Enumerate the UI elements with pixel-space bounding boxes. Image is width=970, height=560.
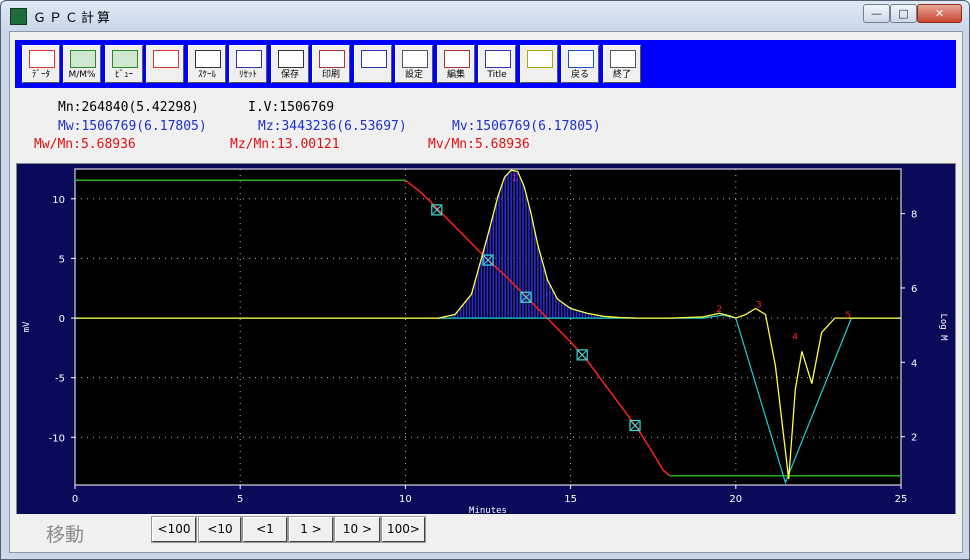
toolbar-button-7[interactable]: 印刷 bbox=[312, 45, 350, 83]
toolbar-button-label: 編集 bbox=[446, 70, 465, 80]
view-icon bbox=[112, 50, 138, 68]
x-axis-label: Minutes bbox=[469, 506, 507, 514]
peak-label: 5 bbox=[845, 311, 851, 321]
minimize-button[interactable]: — bbox=[863, 4, 890, 23]
toolbar-button-10[interactable]: 編集 bbox=[437, 45, 475, 83]
maximize-button[interactable]: □ bbox=[890, 4, 917, 23]
preview-icon bbox=[361, 50, 387, 68]
mz-value: Mz:3443236(6.53697) bbox=[258, 119, 407, 134]
chart-svg: 0 5 10 15 20 25 10 5 0 -5 -10 8 6 4 2 Minutes mV Log M 1 2 3… bbox=[22, 168, 948, 514]
x-tick-label: 25 bbox=[895, 494, 908, 505]
peak-label: 3 bbox=[756, 300, 762, 310]
mv-mn-ratio: Mv/Mn:5.68936 bbox=[428, 137, 530, 152]
title-bar[interactable]: ＧＰＣ計算 — □ ✕ bbox=[1, 1, 969, 31]
toolbar-button-14[interactable]: 終了 bbox=[603, 45, 641, 83]
mv-value: Mv:1506769(6.17805) bbox=[452, 119, 601, 134]
toolbar-button-11[interactable]: Title bbox=[478, 45, 516, 83]
nav-button-3[interactable]: 1 > bbox=[288, 516, 334, 543]
toolbar-button-label: ﾘｾｯﾄ bbox=[238, 70, 257, 80]
app-icon bbox=[10, 8, 27, 25]
toolbar-button-label: 設定 bbox=[404, 70, 423, 80]
move-label: 移動 bbox=[46, 524, 85, 546]
nav-button-2[interactable]: <1 bbox=[242, 516, 288, 543]
save-disk-icon bbox=[278, 50, 304, 68]
y-tick-label: 10 bbox=[52, 195, 65, 206]
mz-mn-ratio: Mz/Mn:13.00121 bbox=[230, 137, 340, 152]
toolbar-button-label: Title bbox=[487, 70, 507, 80]
y2-tick-label: 6 bbox=[911, 284, 917, 295]
toolbar-button-label: ﾋﾞｭｰ bbox=[114, 70, 133, 80]
nav-button-5[interactable]: 100> bbox=[381, 516, 426, 543]
toolbar-button-1[interactable]: M/M% bbox=[63, 45, 101, 83]
iv-value: I.V:1506769 bbox=[248, 100, 335, 115]
nav-button-1[interactable]: <10 bbox=[198, 516, 242, 543]
navigation-bar: 移動 <100 <10 <1 1 >10 >100> bbox=[10, 514, 962, 552]
back-arrow-icon bbox=[568, 50, 594, 68]
y-axis-label: mV bbox=[22, 321, 32, 332]
toolbar-button-label: 終了 bbox=[612, 70, 631, 80]
x-tick-label: 15 bbox=[564, 494, 577, 505]
toolbar-button-4[interactable]: ｽｹｰﾙ bbox=[188, 45, 226, 83]
y-tick-label: 5 bbox=[59, 254, 65, 265]
close-button[interactable]: ✕ bbox=[917, 4, 962, 23]
reset-icon bbox=[236, 50, 262, 68]
toolbar-button-3[interactable] bbox=[146, 45, 184, 83]
toolbar-button-label: 戻る bbox=[570, 70, 589, 80]
toolbar-button-6[interactable]: 保存 bbox=[271, 45, 309, 83]
exit-door-icon bbox=[610, 50, 636, 68]
y2-tick-label: 8 bbox=[911, 210, 917, 221]
mw-mn-ratio: Mw/Mn:5.68936 bbox=[34, 137, 136, 152]
y2-axis-label: Log M bbox=[938, 313, 948, 341]
client-area: ﾃﾞｰﾀ M/M% ﾋﾞｭｰ ｽｹｰﾙ ﾘｾｯﾄ 保存 印刷 設定 編集 Title 戻る 終了 Mn… bbox=[9, 31, 963, 553]
mn-value: Mn:264840(5.42298) bbox=[58, 100, 199, 115]
peak-label: 1 bbox=[512, 174, 518, 184]
peak-icon bbox=[527, 50, 553, 68]
gpc-window: ＧＰＣ計算 — □ ✕ ﾃﾞｰﾀ M/M% ﾋﾞｭｰ ｽｹｰﾙ ﾘｾｯﾄ 保存 印刷 設定 編集… bbox=[0, 0, 970, 560]
y2-tick-label: 4 bbox=[911, 358, 917, 369]
toolbar-button-5[interactable]: ﾘｾｯﾄ bbox=[229, 45, 267, 83]
toolbar-button-0[interactable]: ﾃﾞｰﾀ bbox=[22, 45, 60, 83]
toolbar-button-12[interactable] bbox=[520, 45, 558, 83]
toolbar-button-label: M/M% bbox=[68, 70, 96, 80]
mw-value: Mw:1506769(6.17805) bbox=[58, 119, 207, 134]
edit-icon bbox=[444, 50, 470, 68]
chromatogram-icon bbox=[70, 50, 96, 68]
peak-label: 2 bbox=[716, 305, 722, 315]
y2-tick-label: 2 bbox=[911, 433, 917, 444]
y-tick-label: -5 bbox=[55, 374, 65, 385]
x-tick-label: 5 bbox=[237, 494, 243, 505]
nav-button-4[interactable]: 10 > bbox=[334, 516, 381, 543]
calc-cross-icon bbox=[153, 50, 179, 68]
window-title: ＧＰＣ計算 bbox=[33, 11, 114, 26]
toolbar-button-label: 印刷 bbox=[321, 70, 340, 80]
y-tick-label: 0 bbox=[59, 314, 65, 325]
x-tick-label: 0 bbox=[72, 494, 78, 505]
x-tick-label: 10 bbox=[399, 494, 412, 505]
y-tick-label: -10 bbox=[49, 433, 65, 444]
toolbar-button-label: 保存 bbox=[280, 70, 299, 80]
printer-settings-icon bbox=[402, 50, 428, 68]
scale-icon bbox=[195, 50, 221, 68]
toolbar-button-2[interactable]: ﾋﾞｭｰ bbox=[105, 45, 143, 83]
toolbar-button-label: ﾃﾞｰﾀ bbox=[31, 70, 50, 80]
peak-label: 4 bbox=[792, 333, 798, 343]
toolbar-button-9[interactable]: 設定 bbox=[395, 45, 433, 83]
toolbar-button-label: ｽｹｰﾙ bbox=[197, 70, 216, 80]
print-icon bbox=[319, 50, 345, 68]
stats-panel: Mn:264840(5.42298) I.V:1506769 Mw:150676… bbox=[10, 94, 962, 164]
nav-button-0[interactable]: <100 bbox=[151, 516, 197, 543]
toolbar-button-13[interactable]: 戻る bbox=[561, 45, 599, 83]
data-table-icon bbox=[29, 50, 55, 68]
x-tick-label: 20 bbox=[729, 494, 742, 505]
title-icon bbox=[485, 50, 511, 68]
toolbar-button-8[interactable] bbox=[354, 45, 392, 83]
chromatogram-chart[interactable]: 0 5 10 15 20 25 10 5 0 -5 -10 8 6 4 2 Minutes mV Log M 1 2 3… bbox=[16, 163, 956, 515]
toolbar: ﾃﾞｰﾀ M/M% ﾋﾞｭｰ ｽｹｰﾙ ﾘｾｯﾄ 保存 印刷 設定 編集 Title 戻る 終了 bbox=[15, 40, 956, 88]
